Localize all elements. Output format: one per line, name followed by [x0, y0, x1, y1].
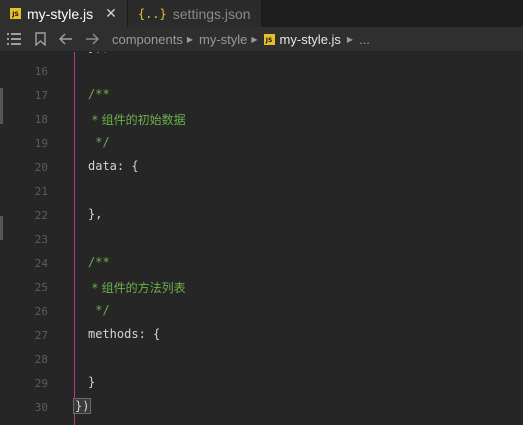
code-text: },	[88, 207, 103, 221]
line-number: 27	[34, 329, 48, 342]
back-arrow-icon[interactable]	[54, 27, 78, 51]
code-line[interactable]: 25 * 组件的方法列表	[0, 276, 523, 300]
code-line[interactable]: 24 /**	[0, 252, 523, 276]
breadcrumb: components ▶ my-style ▶ JS my-style.js ▶…	[112, 32, 370, 47]
code-text: }	[88, 375, 96, 389]
chevron-right-icon: ▶	[346, 34, 354, 44]
code-line[interactable]: 16	[0, 60, 523, 84]
line-number: 16	[34, 65, 48, 78]
tab-bar: JS my-style.js ✕ {..} settings.json	[0, 0, 523, 27]
js-file-icon: JS	[263, 33, 275, 45]
code-line[interactable]: 21	[0, 180, 523, 204]
list-icon[interactable]	[2, 27, 26, 51]
line-number: 28	[34, 353, 48, 366]
tab-label: settings.json	[172, 5, 251, 22]
tab-settings-json[interactable]: {..} settings.json	[127, 0, 262, 27]
line-number: 29	[34, 377, 48, 390]
line-number: 19	[34, 137, 48, 150]
line-number: 25	[34, 281, 48, 294]
code-line[interactable]: 20 data: {	[0, 156, 523, 180]
code-text: /**	[88, 255, 110, 269]
code-fragment: }),	[88, 52, 110, 54]
code-text: */	[88, 135, 110, 149]
code-editor[interactable]: }), 1617/**18 * 组件的初始数据19 */20data: {212…	[0, 52, 523, 425]
line-number: 22	[34, 209, 48, 222]
chevron-right-icon: ▶	[251, 34, 258, 44]
line-number: 20	[34, 161, 48, 174]
code-line[interactable]: 22},	[0, 204, 523, 228]
code-text: */	[88, 303, 110, 317]
code-line[interactable]: 29}	[0, 372, 523, 396]
breadcrumb-item-my-style[interactable]: my-style	[199, 32, 247, 47]
line-number: 30	[34, 401, 48, 414]
code-line[interactable]: 18 * 组件的初始数据	[0, 108, 523, 132]
bookmark-icon[interactable]	[28, 27, 52, 51]
code-line[interactable]: 28	[0, 348, 523, 372]
line-number: 21	[34, 185, 48, 198]
code-line[interactable]: 19 */	[0, 132, 523, 156]
code-text: data: {	[88, 159, 139, 173]
code-line[interactable]: 26 */	[0, 300, 523, 324]
code-line[interactable]: 23	[0, 228, 523, 252]
code-text: /**	[88, 87, 110, 101]
close-icon[interactable]: ✕	[105, 5, 117, 22]
code-text: * 组件的初始数据	[88, 113, 186, 127]
line-number: 26	[34, 305, 48, 318]
line-number: 23	[34, 233, 48, 246]
code-text: methods: {	[88, 327, 161, 341]
code-line[interactable]: 17 /**	[0, 84, 523, 108]
breadcrumb-more[interactable]: ...	[359, 32, 370, 47]
breadcrumb-item-current[interactable]: my-style.js	[280, 32, 341, 47]
editor-toolbar: components ▶ my-style ▶ JS my-style.js ▶…	[0, 27, 523, 52]
code-line[interactable]: 30})	[0, 396, 523, 420]
breadcrumb-item-components[interactable]: components	[112, 32, 183, 47]
line-number: 17	[34, 89, 48, 102]
chevron-right-icon: ▶	[186, 34, 193, 44]
forward-arrow-icon[interactable]	[80, 27, 104, 51]
line-number: 18	[34, 113, 48, 126]
code-text: * 组件的方法列表	[88, 281, 186, 295]
js-file-icon: JS	[10, 8, 21, 19]
code-line[interactable]: 27 methods: {	[0, 324, 523, 348]
tab-my-style-js[interactable]: JS my-style.js ✕	[0, 0, 128, 27]
line-number: 24	[34, 257, 48, 270]
json-file-icon: {..}	[137, 6, 167, 21]
tab-label: my-style.js	[27, 5, 94, 22]
closing-brace: })	[72, 398, 92, 414]
